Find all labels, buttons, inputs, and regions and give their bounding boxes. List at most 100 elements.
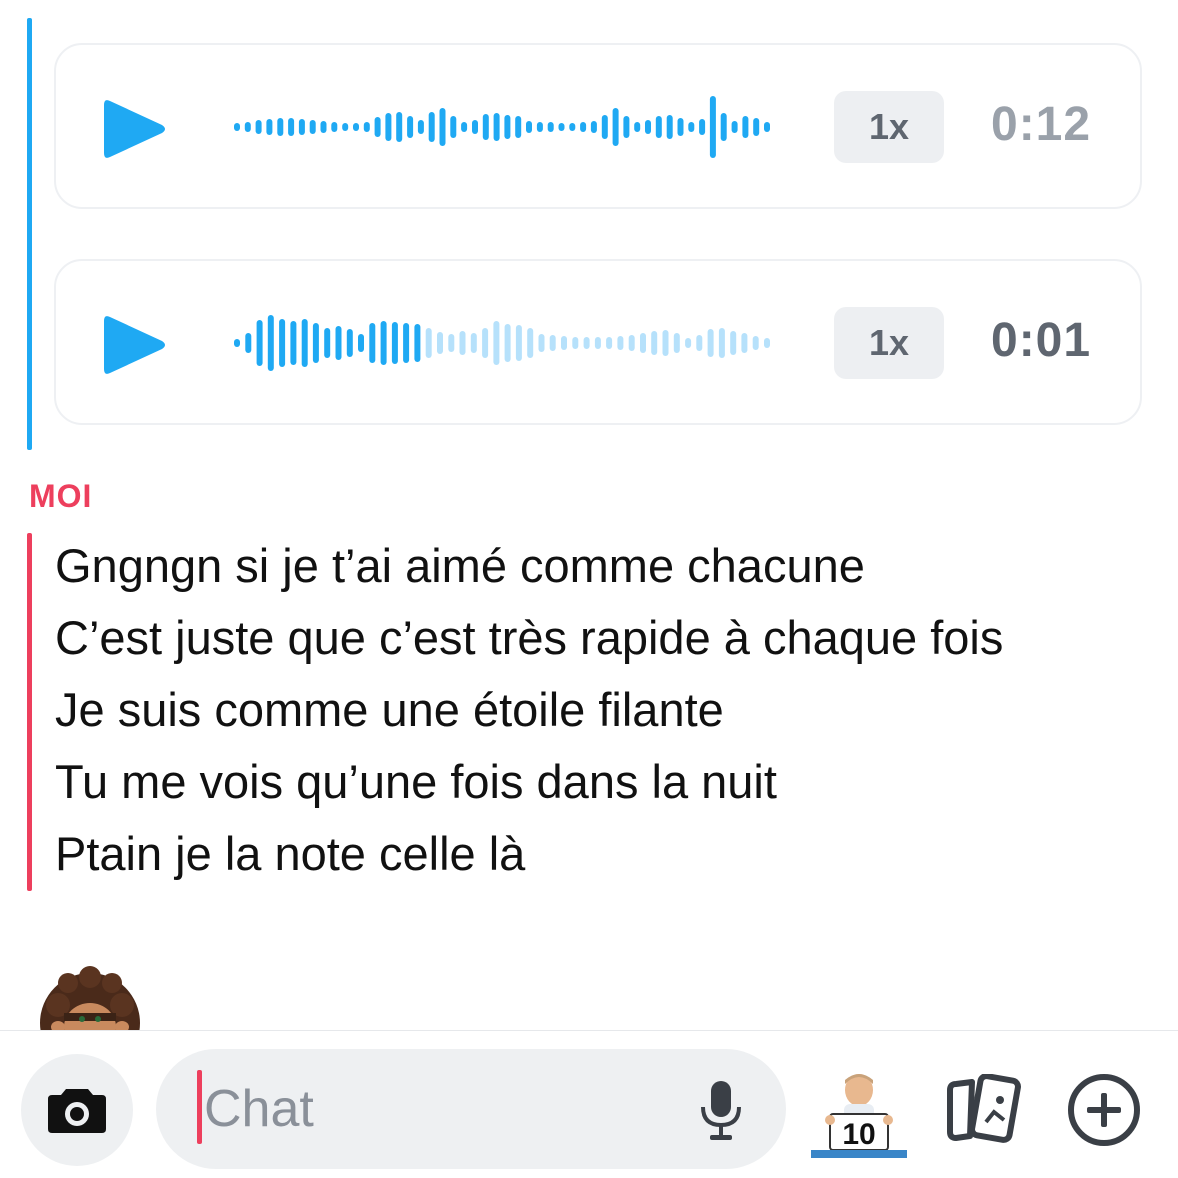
chat-input[interactable]: Chat	[156, 1049, 786, 1169]
waveform-bar	[374, 117, 381, 137]
waveform-bar	[459, 331, 466, 355]
self-message-bar	[27, 533, 32, 891]
waveform-bar	[324, 328, 331, 358]
waveform-bar	[391, 322, 398, 364]
waveform-bar	[628, 335, 635, 351]
waveform-bar	[764, 122, 770, 132]
waveform-bar	[472, 120, 478, 134]
waveform-bar	[594, 337, 601, 349]
waveform-bar	[288, 118, 295, 136]
bitmoji-sign-text: 10	[842, 1118, 875, 1151]
waveform-bar	[493, 321, 500, 365]
waveform-bar	[428, 112, 435, 142]
waveform-bar	[482, 114, 489, 140]
waveform-bar	[515, 116, 522, 138]
waveform-bar	[634, 122, 641, 132]
message-line[interactable]: C’est juste que c’est très rapide à chaq…	[55, 610, 1003, 665]
voice-note-duration: 0:12	[991, 98, 1092, 151]
message-line[interactable]: Je suis comme une étoile filante	[55, 682, 724, 737]
waveform-bar	[651, 331, 658, 355]
waveform-bar	[623, 116, 630, 138]
waveform-bar	[437, 332, 443, 354]
waveform-bar	[685, 338, 692, 348]
message-line[interactable]: Ptain je la note celle là	[55, 826, 525, 881]
message-line[interactable]: Tu me vois qu’une fois dans la nuit	[55, 754, 777, 809]
microphone-icon[interactable]	[696, 1079, 746, 1143]
waveform-bar	[549, 335, 556, 351]
waveform-bar	[707, 329, 714, 357]
waveform-bar	[655, 116, 662, 138]
waveform-bar	[425, 328, 432, 358]
bitmoji-sticker-button[interactable]: 10	[808, 1070, 910, 1162]
waveform-bar	[741, 333, 748, 353]
waveform-bar	[612, 108, 619, 146]
sender-label: MOI	[29, 478, 93, 514]
waveform-bar	[709, 96, 716, 158]
waveform-bar	[718, 328, 725, 358]
waveform-bar	[461, 122, 468, 132]
waveform-bar	[558, 123, 565, 131]
waveform-bar	[407, 116, 414, 138]
waveform-bar	[298, 119, 305, 135]
waveform-bar	[742, 116, 749, 138]
waveform-bar	[414, 324, 421, 362]
voice-note-1[interactable]: 1x 0:12	[54, 43, 1142, 209]
waveform-bar	[290, 321, 297, 365]
waveform-bar	[583, 337, 590, 349]
waveform[interactable]	[232, 283, 772, 403]
voice-note-2[interactable]: 1x 0:01	[54, 259, 1142, 425]
waveform-bar	[417, 120, 424, 134]
play-icon[interactable]	[102, 97, 168, 161]
waveform-bar	[256, 320, 263, 366]
waveform-bar	[504, 115, 511, 139]
play-icon[interactable]	[102, 313, 168, 377]
waveform-bar	[385, 113, 392, 141]
cards-icon	[947, 1073, 1021, 1143]
waveform-bar	[301, 319, 308, 367]
cards-button[interactable]	[942, 1073, 1024, 1144]
waveform-bar	[617, 336, 624, 350]
friend-bitmoji-avatar	[38, 965, 142, 1031]
waveform-bar	[527, 328, 534, 358]
waveform-bar	[764, 338, 770, 348]
waveform-bar	[699, 119, 706, 135]
waveform-bar	[536, 122, 543, 132]
text-caret	[197, 1070, 202, 1144]
waveform-bar	[335, 326, 342, 360]
waveform-bar	[312, 323, 319, 363]
waveform-bar	[601, 115, 608, 139]
waveform-bar	[730, 331, 737, 355]
waveform-bar	[752, 336, 759, 350]
add-button[interactable]	[1066, 1072, 1142, 1148]
waveform-bar	[255, 120, 262, 134]
waveform-bar	[696, 335, 703, 351]
waveform-bar	[645, 120, 651, 134]
friend-message-bar	[27, 18, 32, 450]
waveform[interactable]	[232, 67, 772, 187]
waveform-bar	[515, 325, 522, 361]
bitmoji-sticker-icon: 10	[811, 1074, 907, 1158]
waveform-bar	[569, 123, 576, 131]
waveform-bar	[688, 122, 695, 132]
waveform-bar	[666, 115, 673, 139]
waveform-bar	[346, 329, 353, 357]
voice-note-duration: 0:01	[991, 314, 1092, 367]
waveform-bar	[309, 120, 316, 134]
waveform-bar	[244, 122, 251, 132]
playback-speed-button[interactable]: 1x	[834, 307, 944, 379]
camera-button[interactable]	[21, 1054, 133, 1166]
waveform-bar	[580, 122, 587, 132]
playback-speed-button[interactable]: 1x	[834, 91, 944, 163]
waveform-bar	[331, 122, 338, 132]
waveform-bar	[277, 118, 284, 136]
waveform-bar	[677, 118, 684, 136]
waveform-bar	[396, 112, 403, 142]
chat-placeholder: Chat	[204, 1080, 314, 1138]
waveform-bar	[353, 123, 359, 131]
waveform-bar	[526, 121, 532, 133]
waveform-bar	[448, 334, 455, 352]
waveform-bar	[590, 121, 597, 133]
waveform-bar	[493, 113, 500, 141]
waveform-bar	[266, 119, 273, 135]
message-line[interactable]: Gngngn si je t’ai aimé comme chacune	[55, 538, 865, 593]
